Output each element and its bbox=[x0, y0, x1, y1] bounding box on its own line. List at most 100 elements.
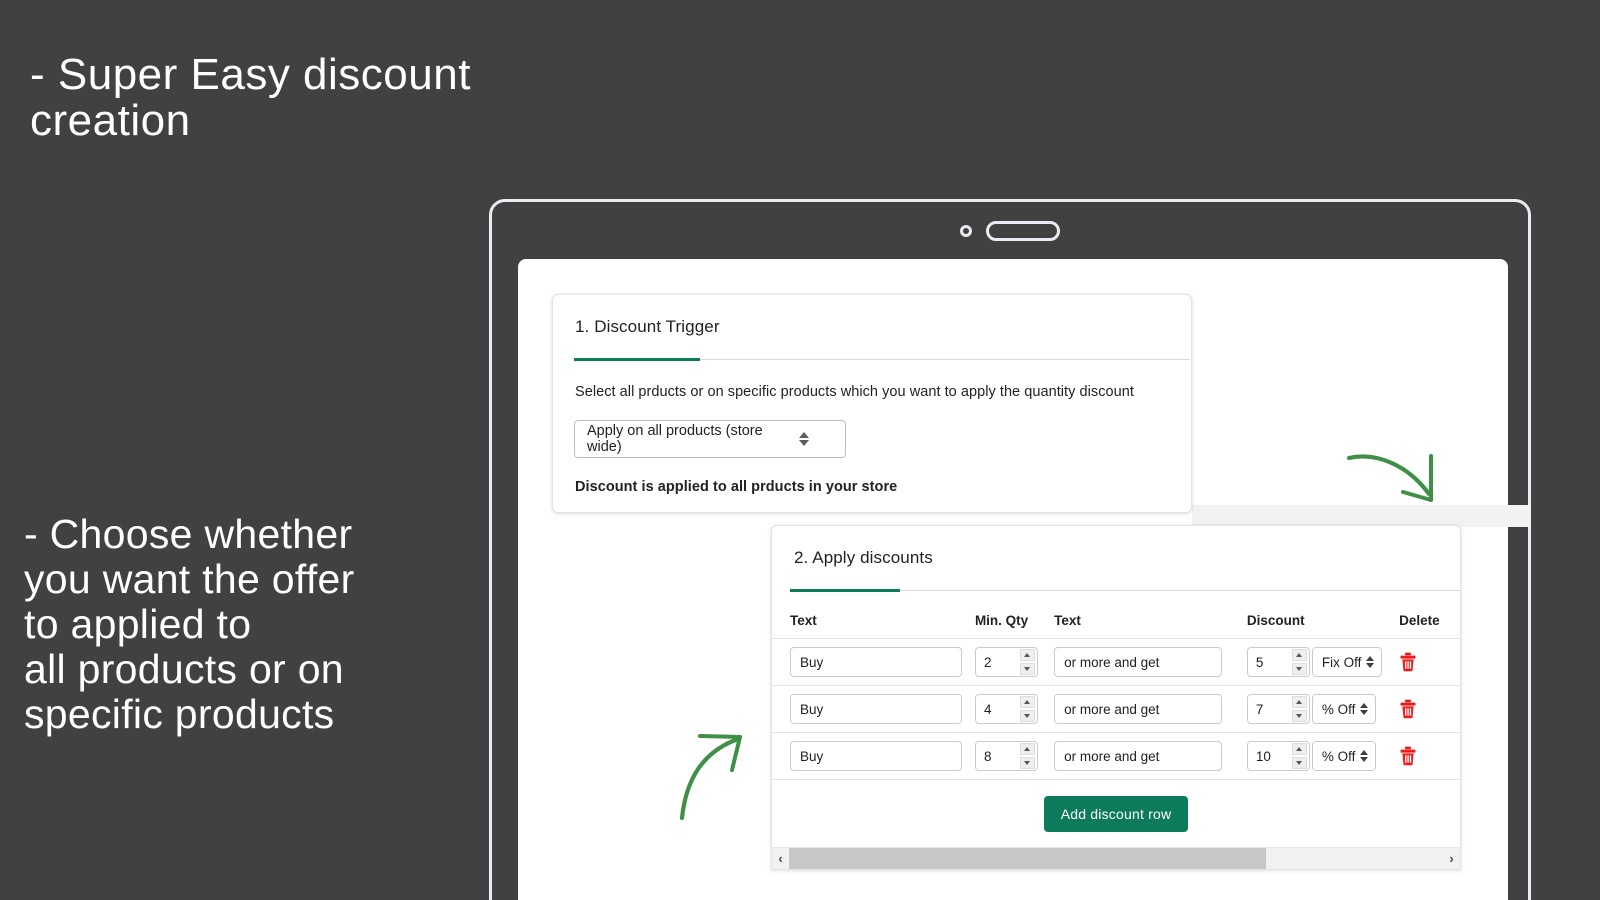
spinner-up-icon[interactable] bbox=[1019, 649, 1035, 661]
row-text-value: Buy bbox=[800, 701, 824, 717]
cell-text: Buy bbox=[772, 638, 975, 686]
cell-delete bbox=[1399, 685, 1460, 733]
row-text-input[interactable]: Buy bbox=[790, 694, 962, 724]
row-qty-stepper[interactable]: 8 bbox=[974, 741, 1038, 771]
row-text2-value: or more and get bbox=[1064, 654, 1160, 670]
row-discount-type-value: % Off bbox=[1321, 701, 1356, 717]
cell-discount: 5 Fix Off bbox=[1246, 638, 1400, 686]
spinner-up-icon[interactable] bbox=[1291, 696, 1307, 708]
horizontal-scrollbar[interactable]: ‹ › bbox=[772, 847, 1460, 869]
row-text-input[interactable]: Buy bbox=[790, 647, 962, 677]
row-discount-value: 10 bbox=[1255, 748, 1271, 764]
slide-canvas: - Super Easy discount creation - Choose … bbox=[0, 0, 1600, 900]
apply-scope-select-value: Apply on all products (store wide) bbox=[587, 423, 763, 455]
row-text-value: Buy bbox=[800, 748, 824, 764]
row-text2-value: or more and get bbox=[1064, 701, 1160, 717]
row-qty-value: 4 bbox=[983, 701, 992, 717]
row-discount-stepper[interactable]: 5 bbox=[1246, 647, 1310, 677]
col-header-delete: Delete bbox=[1399, 591, 1460, 639]
spinner-icon[interactable] bbox=[1019, 648, 1036, 676]
spinner-up-icon[interactable] bbox=[1019, 743, 1035, 755]
apply-scope-select[interactable]: Apply on all products (store wide) bbox=[574, 420, 846, 458]
scrollbar-track[interactable] bbox=[789, 847, 1443, 869]
promo-heading-2: - Choose whether you want the offer to a… bbox=[24, 511, 355, 737]
add-row-area: Add discount row bbox=[772, 780, 1460, 850]
spinner-up-icon[interactable] bbox=[1291, 649, 1307, 661]
trash-icon[interactable] bbox=[1399, 652, 1417, 672]
discount-rows-table: Text Min. Qty Text Discount Delete Buy 2 bbox=[772, 591, 1460, 780]
row-discount-type-select[interactable]: % Off bbox=[1311, 694, 1377, 724]
screen-gray-band bbox=[1192, 505, 1531, 527]
tablet-top-bar bbox=[492, 202, 1528, 260]
cell-qty: 8 bbox=[974, 732, 1055, 780]
card1-title: 1. Discount Trigger bbox=[575, 317, 720, 336]
chevron-updown-icon bbox=[1360, 703, 1369, 715]
spinner-icon[interactable] bbox=[1291, 695, 1308, 723]
spinner-icon[interactable] bbox=[1019, 695, 1036, 723]
scrollbar-thumb[interactable] bbox=[789, 847, 1267, 869]
row-discount-type-value: Fix Off bbox=[1321, 654, 1362, 670]
chevron-updown-icon bbox=[799, 432, 809, 446]
trash-icon[interactable] bbox=[1399, 746, 1417, 766]
spinner-down-icon[interactable] bbox=[1291, 710, 1307, 722]
cell-text: Buy bbox=[772, 732, 975, 780]
col-header-discount: Discount bbox=[1246, 591, 1400, 639]
row-text-input[interactable]: Buy bbox=[790, 741, 962, 771]
chevron-updown-icon bbox=[1366, 656, 1375, 668]
row-qty-value: 2 bbox=[983, 654, 992, 670]
cell-text2: or more and get bbox=[1054, 638, 1247, 686]
table-header-row: Text Min. Qty Text Discount Delete bbox=[772, 591, 1460, 639]
trash-icon[interactable] bbox=[1399, 699, 1417, 719]
row-text2-input[interactable]: or more and get bbox=[1054, 741, 1223, 771]
table-row: Buy 2 or more and get 5 Fix Off bbox=[772, 638, 1460, 686]
row-discount-type-value: % Off bbox=[1321, 748, 1356, 764]
col-header-min-qty: Min. Qty bbox=[974, 591, 1055, 639]
speaker-icon bbox=[986, 221, 1060, 241]
cell-qty: 4 bbox=[974, 685, 1055, 733]
row-discount-stepper[interactable]: 10 bbox=[1246, 741, 1310, 771]
row-qty-stepper[interactable]: 4 bbox=[974, 694, 1038, 724]
camera-icon bbox=[960, 225, 972, 237]
card2-title-underline bbox=[790, 589, 1460, 592]
table-row: Buy 8 or more and get 10 % Off bbox=[772, 732, 1460, 780]
cell-delete bbox=[1399, 732, 1460, 780]
discount-trigger-card: 1. Discount Trigger Select all prducts o… bbox=[552, 294, 1192, 513]
col-header-text: Text bbox=[772, 591, 975, 639]
row-qty-stepper[interactable]: 2 bbox=[974, 647, 1038, 677]
spinner-icon[interactable] bbox=[1291, 742, 1308, 770]
row-discount-stepper[interactable]: 7 bbox=[1246, 694, 1310, 724]
row-text2-value: or more and get bbox=[1064, 748, 1160, 764]
table-row: Buy 4 or more and get 7 % Off bbox=[772, 685, 1460, 733]
row-text2-input[interactable]: or more and get bbox=[1054, 647, 1223, 677]
row-text2-input[interactable]: or more and get bbox=[1054, 694, 1223, 724]
card1-title-underline bbox=[574, 358, 1190, 361]
spinner-down-icon[interactable] bbox=[1019, 710, 1035, 722]
col-header-text2: Text bbox=[1054, 591, 1247, 639]
cell-text2: or more and get bbox=[1054, 732, 1247, 780]
apply-discounts-card: 2. Apply discounts Text Min. Qty Text Di… bbox=[771, 525, 1461, 870]
scroll-right-icon[interactable]: › bbox=[1443, 848, 1460, 870]
chevron-updown-icon bbox=[1360, 750, 1369, 762]
cell-text: Buy bbox=[772, 685, 975, 733]
card1-description: Select all prducts or on specific produc… bbox=[575, 384, 1134, 400]
spinner-down-icon[interactable] bbox=[1291, 663, 1307, 675]
row-discount-value: 7 bbox=[1255, 701, 1264, 717]
spinner-icon[interactable] bbox=[1291, 648, 1308, 676]
spinner-down-icon[interactable] bbox=[1291, 757, 1307, 769]
row-qty-value: 8 bbox=[983, 748, 992, 764]
add-discount-row-button[interactable]: Add discount row bbox=[1043, 796, 1189, 832]
cell-discount: 10 % Off bbox=[1246, 732, 1400, 780]
row-discount-type-select[interactable]: % Off bbox=[1311, 741, 1377, 771]
spinner-icon[interactable] bbox=[1019, 742, 1036, 770]
spinner-down-icon[interactable] bbox=[1019, 757, 1035, 769]
row-text-value: Buy bbox=[800, 654, 824, 670]
cell-text2: or more and get bbox=[1054, 685, 1247, 733]
card2-title: 2. Apply discounts bbox=[794, 548, 933, 567]
scroll-left-icon[interactable]: ‹ bbox=[772, 848, 789, 870]
spinner-up-icon[interactable] bbox=[1019, 696, 1035, 708]
row-discount-type-select[interactable]: Fix Off bbox=[1311, 647, 1383, 677]
spinner-down-icon[interactable] bbox=[1019, 663, 1035, 675]
promo-heading-1: - Super Easy discount creation bbox=[30, 50, 471, 145]
card1-note: Discount is applied to all prducts in yo… bbox=[575, 479, 898, 495]
spinner-up-icon[interactable] bbox=[1291, 743, 1307, 755]
